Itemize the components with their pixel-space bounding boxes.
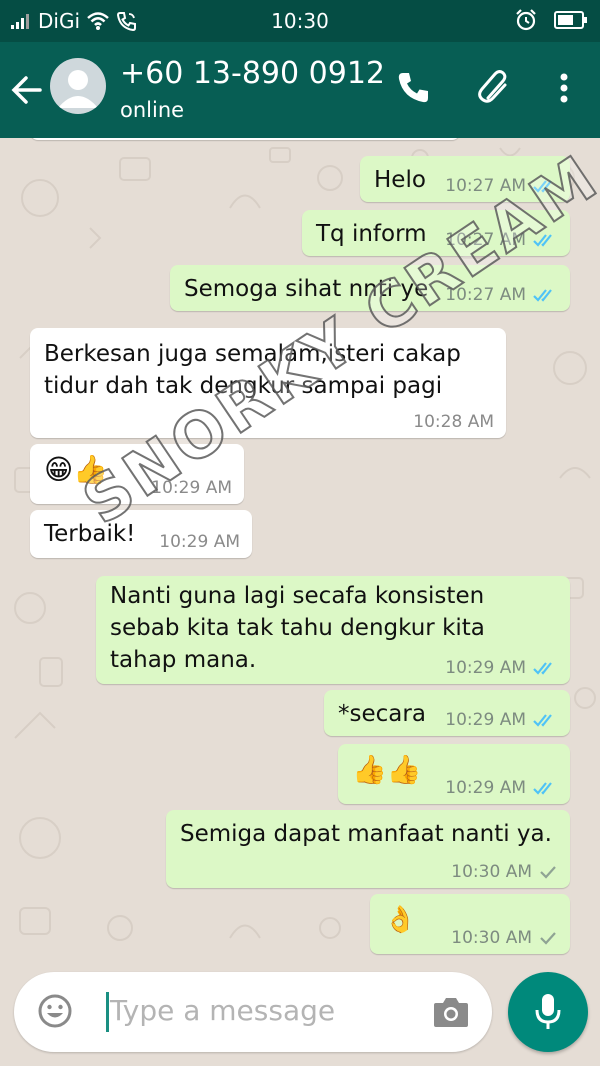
- read-receipt-icon: [533, 289, 552, 302]
- message-emoji: 😁👍: [44, 453, 109, 486]
- message-emoji: 👌: [384, 905, 417, 935]
- read-receipt-icon: [533, 180, 552, 193]
- read-receipt-icon: [533, 714, 552, 727]
- message-bubble-outgoing[interactable]: Nanti guna lagi secafa konsisten sebab k…: [96, 576, 570, 684]
- message-text: Tq inform: [316, 221, 427, 247]
- message-time: 10:29 AM: [151, 478, 232, 498]
- message-bubble-outgoing[interactable]: Semoga sihat nnti ye 10:27 AM: [170, 265, 570, 311]
- message-time: 10:29 AM: [445, 710, 526, 730]
- read-receipt-icon: [533, 662, 552, 675]
- alarm-icon: [516, 9, 536, 31]
- message-bubble-outgoing[interactable]: Helo 10:27 AM: [360, 156, 570, 202]
- chat-area[interactable]: Helo 10:27 AM Tq inform 10:27 AM Semoga …: [0, 138, 600, 960]
- message-text: *secara: [338, 701, 426, 727]
- message-text: Berkesan juga semalam,isteri cakap tidur…: [44, 341, 461, 399]
- read-receipt-icon: [533, 234, 552, 247]
- message-time: 10:28 AM: [413, 412, 494, 432]
- mic-icon: [535, 994, 561, 1029]
- message-bubble-partial[interactable]: [30, 138, 460, 140]
- camera-icon[interactable]: [432, 994, 470, 1030]
- arrow-left-icon[interactable]: [10, 70, 44, 110]
- message-time: 10:29 AM: [445, 658, 526, 678]
- contact-name[interactable]: +60 13-890 0912: [120, 56, 385, 91]
- chat-header: +60 13-890 0912 online: [0, 42, 600, 138]
- message-bubble-outgoing[interactable]: Semiga dapat manfaat nanti ya. 10:30 AM: [166, 810, 570, 888]
- message-time: 10:29 AM: [159, 532, 240, 552]
- message-bubble-outgoing[interactable]: 👍👍 10:29 AM: [338, 744, 570, 804]
- status-bar: DiGi 10:30: [0, 0, 600, 42]
- phone-icon[interactable]: [394, 68, 434, 108]
- read-receipt-icon: [533, 782, 552, 795]
- message-bubble-outgoing[interactable]: *secara 10:29 AM: [324, 690, 570, 736]
- contact-status: online: [120, 98, 185, 122]
- message-composer[interactable]: Type a message: [14, 972, 492, 1052]
- paperclip-icon[interactable]: [474, 68, 514, 108]
- message-time: 10:27 AM: [445, 285, 526, 305]
- delivered-check-icon: [540, 866, 556, 879]
- default-avatar-icon: [58, 70, 98, 108]
- message-bubble-incoming[interactable]: Terbaik! 10:29 AM: [30, 510, 252, 558]
- message-time: 10:29 AM: [445, 778, 526, 798]
- battery-icon: [554, 11, 587, 29]
- message-input[interactable]: Type a message: [110, 994, 335, 1027]
- message-text: Semoga sihat nnti ye: [184, 276, 429, 302]
- message-text: Nanti guna lagi secafa konsisten sebab k…: [110, 583, 485, 673]
- message-text: Semiga dapat manfaat nanti ya.: [180, 821, 552, 847]
- avatar[interactable]: [50, 58, 106, 114]
- text-cursor: [106, 992, 109, 1032]
- mic-button[interactable]: [508, 972, 588, 1052]
- message-bubble-incoming[interactable]: 😁👍 10:29 AM: [30, 444, 244, 504]
- message-time: 10:30 AM: [451, 862, 532, 882]
- message-emoji: 👍👍: [352, 753, 422, 786]
- delivered-check-icon: [540, 932, 556, 945]
- message-bubble-incoming[interactable]: Berkesan juga semalam,isteri cakap tidur…: [30, 328, 506, 438]
- message-time: 10:27 AM: [445, 230, 526, 250]
- message-time: 10:30 AM: [451, 928, 532, 948]
- message-text: Terbaik!: [44, 521, 136, 547]
- emoji-icon[interactable]: [36, 992, 74, 1030]
- status-time: 10:30: [271, 9, 329, 33]
- message-text: Helo: [374, 167, 426, 193]
- message-time: 10:27 AM: [445, 176, 526, 196]
- message-bubble-outgoing[interactable]: 👌 10:30 AM: [370, 894, 570, 954]
- message-bubble-outgoing[interactable]: Tq inform 10:27 AM: [302, 210, 570, 256]
- more-vert-icon[interactable]: [544, 68, 584, 108]
